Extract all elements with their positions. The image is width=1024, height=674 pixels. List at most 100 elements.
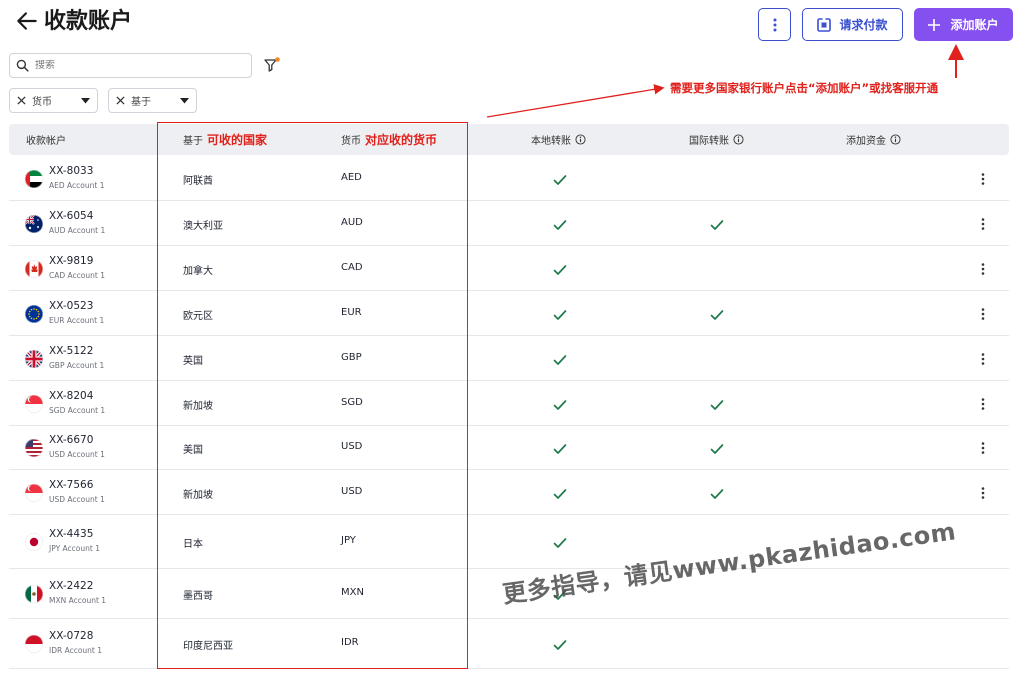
plus-icon [928, 18, 941, 31]
header-intl-transfer: 国际转账 [689, 124, 744, 155]
account-id[interactable]: XX-6670 [49, 434, 93, 446]
more-options-button[interactable] [758, 8, 791, 41]
filter-icon[interactable] [263, 56, 281, 74]
table-row[interactable]: XX-6670 USD Account 1 美国 USD [9, 426, 1009, 470]
intl-transfer-check-icon [710, 441, 724, 455]
currency-filter-chip[interactable]: 货币 [9, 88, 98, 113]
flag-ae-icon [25, 169, 43, 188]
row-more-options-icon[interactable] [975, 306, 991, 322]
row-more-options-icon[interactable] [975, 440, 991, 456]
table-row[interactable]: XX-9819 CAD Account 1 加拿大 CAD [9, 246, 1009, 291]
annotation-based-on-tip: 可收的国家 [207, 133, 268, 147]
flag-mx-icon [25, 585, 43, 603]
account-id[interactable]: XX-0728 [49, 630, 93, 642]
account-id[interactable]: XX-2422 [49, 580, 93, 592]
header-account: 收款帐户 [26, 136, 66, 147]
account-name: GBP Account 1 [49, 360, 105, 370]
country-cell: 阿联酋 [183, 175, 213, 187]
row-more-options-icon[interactable] [975, 351, 991, 367]
country-cell: 印度尼西亚 [183, 641, 233, 652]
table-row[interactable]: XX-5122 GBP Account 1 英国 GBP [9, 336, 1009, 381]
flag-us-icon [25, 439, 43, 457]
header-based-on: 基于 可收的国家 [183, 124, 267, 155]
local-transfer-check-icon [553, 535, 567, 549]
info-icon[interactable] [890, 134, 901, 145]
intl-transfer-check-icon [710, 486, 724, 500]
table-row[interactable]: XX-0728 IDR Account 1 印度尼西亚 IDR [9, 619, 1009, 669]
back-arrow-icon[interactable] [14, 8, 40, 34]
country-cell: 加拿大 [183, 265, 213, 277]
intl-transfer-check-icon [710, 397, 724, 411]
local-transfer-check-icon [553, 307, 567, 321]
local-transfer-check-icon [553, 262, 567, 276]
country-cell: 日本 [183, 539, 203, 550]
header-add-funds-label: 添加资金 [846, 136, 886, 147]
account-id[interactable]: XX-8033 [49, 165, 93, 177]
row-more-options-icon[interactable] [975, 485, 991, 501]
caret-down-icon [180, 97, 189, 103]
account-id[interactable]: XX-0523 [49, 300, 93, 312]
annotation-currency-tip: 对应收的货币 [365, 133, 438, 147]
table-row[interactable]: XX-8033 AED Account 1 阿联酋 AED [9, 156, 1009, 201]
currency-cell: JPY [341, 535, 356, 546]
currency-cell: AED [341, 171, 362, 183]
flag-ca-icon [25, 259, 43, 278]
account-id[interactable]: XX-5122 [49, 345, 93, 357]
search-box[interactable] [9, 53, 252, 78]
local-transfer-check-icon [553, 172, 567, 186]
account-id[interactable]: XX-7566 [49, 479, 93, 491]
currency-filter-label: 货币 [32, 97, 52, 108]
country-cell: 欧元区 [183, 310, 213, 322]
close-icon[interactable] [116, 96, 125, 105]
header-based-on-label: 基于 [183, 136, 203, 147]
table-row[interactable]: XX-7566 USD Account 1 新加坡 USD [9, 470, 1009, 515]
account-name: EUR Account 1 [49, 315, 105, 325]
header-add-funds: 添加资金 [846, 124, 901, 155]
add-account-label: 添加账户 [950, 18, 999, 32]
currency-cell: USD [341, 485, 363, 497]
account-id[interactable]: XX-4435 [49, 528, 93, 540]
flag-au-icon [25, 214, 43, 233]
close-icon[interactable] [17, 96, 26, 105]
account-name: IDR Account 1 [49, 646, 103, 655]
request-payment-button[interactable]: 请求付款 [802, 8, 903, 41]
table-row[interactable]: XX-0523 EUR Account 1 欧元区 EUR [9, 291, 1009, 336]
country-cell: 墨西哥 [183, 591, 213, 602]
annotation-add-account-tip: 需要更多国家银行账户点击“添加账户”或找客服开通 [670, 81, 939, 95]
currency-cell: IDR [341, 637, 359, 648]
account-name: AED Account 1 [49, 180, 105, 190]
currency-cell: SGD [341, 396, 363, 408]
currency-cell: MXN [341, 587, 364, 598]
info-icon[interactable] [733, 134, 744, 145]
row-more-options-icon[interactable] [975, 261, 991, 277]
header-currency: 货币 对应收的货币 [341, 124, 437, 155]
currency-cell: USD [341, 441, 363, 452]
row-more-options-icon[interactable] [975, 216, 991, 232]
header-local-transfer: 本地转账 [531, 124, 586, 155]
currency-cell: GBP [341, 351, 362, 363]
request-payment-label: 请求付款 [839, 18, 888, 32]
account-id[interactable]: XX-6054 [49, 210, 93, 222]
add-account-button[interactable]: 添加账户 [914, 8, 1013, 41]
currency-cell: EUR [341, 306, 362, 318]
header-local-transfer-label: 本地转账 [531, 136, 571, 147]
search-input[interactable] [35, 60, 235, 71]
account-name: USD Account 1 [49, 494, 105, 504]
currency-cell: CAD [341, 261, 363, 273]
page-title: 收款账户 [44, 9, 133, 34]
based-on-filter-chip[interactable]: 基于 [108, 88, 197, 113]
flag-gb-icon [25, 349, 43, 368]
info-icon[interactable] [575, 134, 586, 145]
intl-transfer-check-icon [710, 307, 724, 321]
table-row[interactable]: XX-8204 SGD Account 1 新加坡 SGD [9, 381, 1009, 426]
account-id[interactable]: XX-9819 [49, 255, 93, 267]
currency-cell: AUD [341, 216, 363, 228]
account-id[interactable]: XX-8204 [49, 390, 93, 402]
country-cell: 美国 [183, 445, 203, 456]
row-more-options-icon[interactable] [975, 171, 991, 187]
table-row[interactable]: XX-6054 AUD Account 1 澳大利亚 AUD [9, 201, 1009, 246]
caret-down-icon [81, 97, 90, 103]
flag-id-icon [25, 635, 43, 653]
row-more-options-icon[interactable] [975, 396, 991, 412]
header-intl-transfer-label: 国际转账 [689, 136, 729, 147]
